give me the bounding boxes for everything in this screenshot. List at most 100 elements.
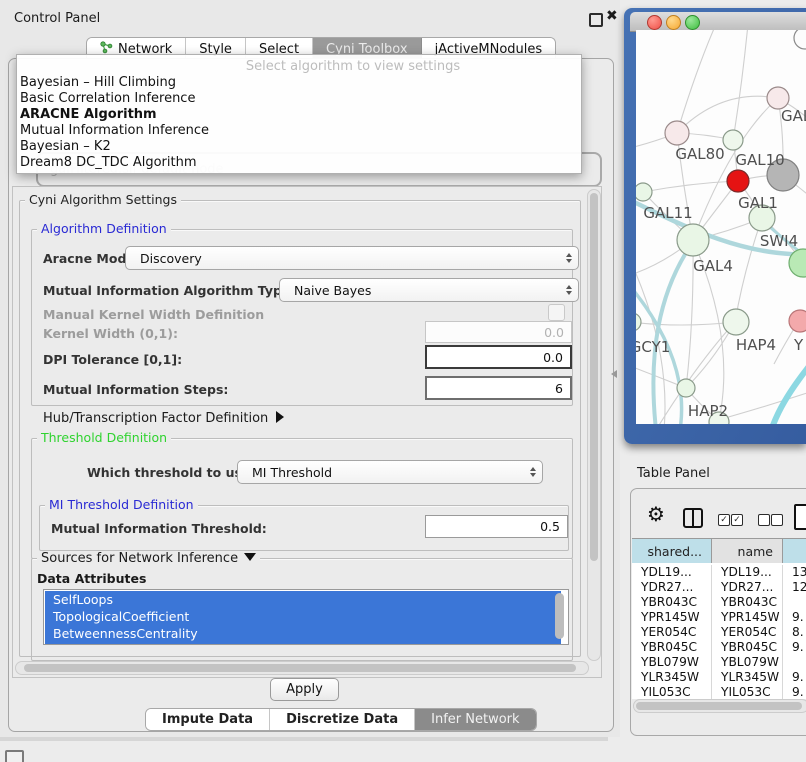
algorithm-placeholder: Select algorithm to view settings bbox=[127, 59, 579, 74]
node-gal4[interactable] bbox=[677, 224, 709, 256]
algorithm-dropdown-popup: Select algorithm to view settings Bayesi… bbox=[16, 54, 582, 174]
table-row[interactable]: YPR145WYPR145W9. bbox=[632, 610, 806, 625]
checkbox-unchecked-icon[interactable] bbox=[758, 514, 770, 526]
combo-arrows-icon bbox=[530, 467, 536, 477]
mi-steps-value: 6 bbox=[555, 381, 563, 396]
dropdown-item[interactable]: Bayesian – Hill Climbing bbox=[20, 75, 570, 91]
dropdown-item[interactable]: Basic Correlation Inference bbox=[20, 91, 570, 107]
minimized-panel-icon[interactable] bbox=[5, 750, 24, 762]
mi-steps-field[interactable]: 6 bbox=[425, 376, 572, 400]
tab-infer-network[interactable]: Infer Network bbox=[415, 709, 535, 730]
node-hap4[interactable] bbox=[723, 309, 749, 335]
node-pink[interactable] bbox=[789, 310, 806, 332]
float-window-icon[interactable] bbox=[589, 13, 603, 27]
which-threshold-value: MI Threshold bbox=[252, 465, 332, 480]
settings-hscrollbar-thumb[interactable] bbox=[24, 664, 576, 672]
settings-vscrollbar-thumb[interactable] bbox=[590, 193, 598, 561]
checkbox-checked-icon[interactable]: ✓ bbox=[731, 514, 743, 526]
node-label: GAL bbox=[781, 107, 806, 125]
settings-hscrollbar bbox=[15, 661, 589, 675]
mi-type-combo[interactable]: Naive Bayes bbox=[279, 278, 579, 302]
apply-button[interactable]: Apply bbox=[270, 678, 339, 701]
table-row[interactable]: YIL053CYIL053C9. bbox=[632, 685, 806, 699]
collapse-arrow-icon bbox=[244, 553, 256, 561]
table-row[interactable]: YDR27...YDR27...12 bbox=[632, 580, 806, 595]
list-item[interactable]: SelfLoops bbox=[45, 591, 561, 608]
node-label: GAL10 bbox=[735, 151, 784, 169]
control-panel: Control Panel ✖ Network Style Select bbox=[0, 0, 620, 738]
table-row[interactable]: YBR045CYBR045C9. bbox=[632, 640, 806, 655]
hub-definition-label: Hub/Transcription Factor Definition bbox=[43, 411, 268, 426]
dropdown-item[interactable]: Bayesian – K2 bbox=[20, 139, 570, 155]
dropdown-item[interactable]: Dream8 DC_TDC Algorithm bbox=[20, 155, 570, 171]
cyni-algorithm-settings-title: Cyni Algorithm Settings bbox=[25, 193, 181, 207]
list-item[interactable]: BetweennessCentrality bbox=[45, 625, 561, 642]
dpi-tolerance-field[interactable]: 0.0 bbox=[425, 345, 572, 369]
table-row[interactable]: YDL19...YDL19...13 bbox=[632, 565, 806, 580]
node-unlabeled[interactable] bbox=[723, 130, 743, 150]
close-icon[interactable]: ✖ bbox=[606, 8, 618, 24]
column-header-name[interactable]: name bbox=[712, 539, 783, 563]
manual-kernel-checkbox[interactable] bbox=[548, 304, 565, 321]
settings-vscrollbar bbox=[587, 189, 601, 661]
minimize-traffic-light[interactable] bbox=[666, 15, 681, 30]
node-gcy1[interactable] bbox=[636, 313, 641, 331]
node-gal80[interactable] bbox=[665, 121, 689, 145]
screen: Control Panel ✖ Network Style Select bbox=[0, 0, 806, 762]
dropdown-item-selected[interactable]: ARACNE Algorithm bbox=[20, 107, 570, 123]
network-canvas[interactable]: GAL80 GAL10 GAL1 GAL11 GAL4 SWI4 GCY1 HA… bbox=[636, 30, 806, 424]
node-partial[interactable] bbox=[794, 30, 806, 49]
list-item[interactable]: gal4RGexp bbox=[45, 642, 561, 645]
table-row[interactable]: YBL079WYBL079W bbox=[632, 655, 806, 670]
mi-type-value: Naive Bayes bbox=[294, 283, 371, 298]
tab-label: Infer Network bbox=[431, 712, 519, 727]
node-gal10-red[interactable] bbox=[727, 170, 749, 192]
sources-title: Sources for Network Inference bbox=[41, 551, 238, 566]
table-row[interactable]: YLR345WYLR345W9. bbox=[632, 670, 806, 685]
node-label: GCY1 bbox=[636, 338, 670, 356]
network-window-titlebar[interactable] bbox=[630, 12, 806, 32]
table-body: YDL19...YDL19...13 YDR27...YDR27...12 YB… bbox=[632, 563, 806, 699]
gear-icon[interactable]: ⚙ bbox=[647, 502, 665, 526]
checkbox-checked-icon[interactable]: ✓ bbox=[718, 514, 730, 526]
node-label: Y bbox=[793, 336, 804, 354]
sources-toggle[interactable]: Sources for Network Inference bbox=[37, 551, 260, 566]
table-row[interactable]: YER054CYER054C8. bbox=[632, 625, 806, 640]
column-header-shared-name[interactable]: shared... bbox=[632, 539, 712, 563]
threshold-definition-title: Threshold Definition bbox=[37, 431, 171, 445]
node-gal11[interactable] bbox=[636, 183, 652, 201]
dropdown-item[interactable]: Mutual Information Inference bbox=[20, 123, 570, 139]
mi-threshold-field[interactable]: 0.5 bbox=[425, 515, 568, 538]
splitter-handle[interactable] bbox=[611, 370, 617, 378]
list-item[interactable]: TopologicalCoefficient bbox=[45, 608, 561, 625]
list-scrollbar-thumb[interactable] bbox=[555, 593, 564, 639]
node-gal-top[interactable] bbox=[767, 87, 789, 109]
page-icon[interactable] bbox=[794, 504, 806, 530]
hub-definition-toggle[interactable]: Hub/Transcription Factor Definition bbox=[43, 411, 284, 426]
split-columns-icon[interactable] bbox=[683, 508, 703, 528]
network-edge-cyan bbox=[770, 360, 806, 424]
table-row[interactable]: YBR043CYBR043C bbox=[632, 595, 806, 610]
dpi-tolerance-value: 0.0 bbox=[543, 350, 563, 365]
column-header-cut[interactable] bbox=[783, 539, 806, 563]
aracne-mode-combo[interactable]: Discovery bbox=[125, 246, 579, 270]
table-hscrollbar-thumb[interactable] bbox=[636, 702, 802, 710]
close-traffic-light[interactable] bbox=[647, 15, 662, 30]
node-label: GAL80 bbox=[675, 145, 724, 163]
tab-label: Discretize Data bbox=[286, 712, 398, 727]
control-panel-title: Control Panel bbox=[14, 11, 100, 26]
combo-arrows-icon bbox=[566, 253, 572, 263]
node-label: GAL1 bbox=[738, 194, 778, 212]
mi-threshold-label: Mutual Information Threshold: bbox=[51, 521, 267, 536]
tab-discretize-data[interactable]: Discretize Data bbox=[270, 709, 415, 730]
zoom-traffic-light[interactable] bbox=[685, 15, 700, 30]
checkbox-unchecked-icon[interactable] bbox=[771, 514, 783, 526]
which-threshold-combo[interactable]: MI Threshold bbox=[237, 460, 543, 484]
dpi-tolerance-label: DPI Tolerance [0,1]: bbox=[43, 352, 182, 367]
table-header: shared... name bbox=[632, 538, 806, 564]
node-hap2[interactable] bbox=[677, 379, 695, 397]
bottom-strip bbox=[0, 737, 806, 762]
tab-impute-data[interactable]: Impute Data bbox=[146, 709, 270, 730]
apply-button-label: Apply bbox=[286, 682, 323, 697]
kernel-width-field[interactable]: 0.0 bbox=[425, 321, 572, 343]
